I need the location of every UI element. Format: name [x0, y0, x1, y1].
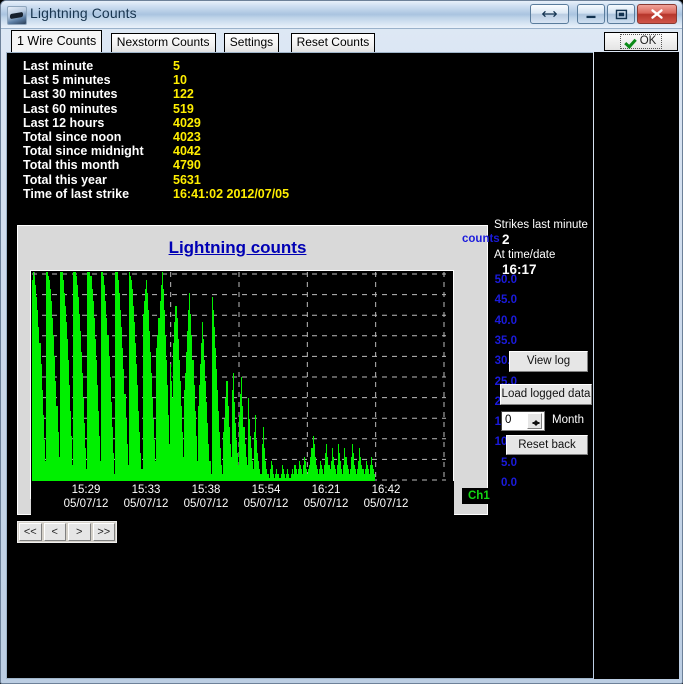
x-axis: 15:2905/07/1215:3305/07/1215:3805/07/121…	[31, 481, 454, 515]
stat-value: 519	[173, 102, 194, 116]
title-bar: Lightning Counts	[1, 1, 683, 29]
y-axis-tick: 45.0	[455, 294, 517, 306]
minimize-button[interactable]	[577, 4, 605, 24]
month-stepper[interactable]: 0	[501, 411, 545, 431]
tab-bar: 1 Wire Counts Nexstorm Counts Settings Rese…	[5, 30, 680, 52]
stat-label: Last 30 minutes	[23, 87, 117, 101]
stepper-arrows-icon[interactable]	[527, 413, 542, 429]
at-time-date-value: 16:17	[494, 262, 592, 278]
chart-nav-bar: <<<>>>	[17, 521, 117, 543]
right-panel: Strikes last minute 2 At time/date 16:17…	[494, 218, 592, 278]
lightning-counts-window: Lightning Counts 1 Wire Counts Nexstorm C…	[0, 0, 683, 684]
x-axis-tick: 16:4205/07/12	[351, 483, 421, 511]
chart-title: Lightning counts	[18, 238, 457, 258]
nav-prev-button[interactable]: <	[44, 523, 67, 541]
client-area: Last minute 5 Last 5 minutes 10 Last 30 minu…	[6, 52, 593, 679]
stat-value: 5631	[173, 173, 201, 187]
tab-nexstorm-counts[interactable]: Nexstorm Counts	[111, 33, 216, 52]
month-stepper-value: 0	[505, 414, 511, 426]
tab-settings[interactable]: Settings	[224, 33, 279, 52]
stat-value: 4029	[173, 116, 201, 130]
maximize-button[interactable]	[607, 4, 635, 24]
strikes-last-minute-value: 2	[494, 232, 592, 248]
view-log-button[interactable]: View log	[509, 351, 588, 372]
y-axis-tick: 5.0	[455, 457, 517, 469]
chart-panel: Lightning counts counts 0.05.010.015.020…	[17, 225, 488, 515]
month-label: Month	[552, 414, 584, 426]
y-axis-tick: 35.0	[455, 335, 517, 347]
stat-label: Last 5 minutes	[23, 73, 111, 87]
stat-label: Total since midnight	[23, 144, 144, 158]
channel-badge: Ch1	[462, 488, 496, 504]
ok-button-inner: OK	[620, 34, 663, 49]
stat-label: Last minute	[23, 59, 93, 73]
tab-reset-counts[interactable]: Reset Counts	[291, 33, 376, 52]
stat-label: Total this year	[23, 173, 107, 187]
stat-value: 4042	[173, 144, 201, 158]
ok-button[interactable]: OK	[604, 32, 678, 51]
bar-series	[32, 272, 446, 482]
resize-arrows-button[interactable]	[530, 4, 569, 24]
y-axis-tick: 30.0	[455, 355, 517, 367]
stat-value: 4023	[173, 130, 201, 144]
green-check-icon	[626, 36, 637, 47]
load-logged-data-button[interactable]: Load logged data	[500, 384, 592, 405]
nav-next-button[interactable]: >	[68, 523, 91, 541]
stat-label: Last 12 hours	[23, 116, 104, 130]
ok-button-label: OK	[640, 35, 657, 48]
stat-value: 122	[173, 87, 194, 101]
x-tick-time: 16:42	[351, 483, 421, 497]
stat-value: 16:41:02 2012/07/05	[173, 187, 289, 201]
window-title: Lightning Counts	[30, 5, 137, 21]
app-icon	[7, 6, 27, 25]
stat-label: Time of last strike	[23, 187, 129, 201]
nav-last-button[interactable]: >>	[93, 523, 116, 541]
stat-value: 5	[173, 59, 180, 73]
stat-label: Total this month	[23, 158, 119, 172]
close-button[interactable]	[637, 4, 677, 24]
strikes-last-minute-label: Strikes last minute	[494, 218, 592, 232]
tab-1-wire-counts[interactable]: 1 Wire Counts	[11, 30, 102, 52]
x-tick-date: 05/07/12	[351, 497, 421, 511]
stat-value: 10	[173, 73, 187, 87]
reset-back-button[interactable]: Reset back	[506, 435, 588, 455]
at-time-date-label: At time/date	[494, 248, 592, 262]
stat-label: Total since noon	[23, 130, 121, 144]
stat-label: Last 60 minutes	[23, 102, 117, 116]
plot-area	[32, 272, 446, 482]
right-gutter	[594, 52, 679, 679]
plot-frame	[30, 270, 454, 499]
stat-value: 4790	[173, 158, 201, 172]
y-axis-tick: 40.0	[455, 315, 517, 327]
nav-first-button[interactable]: <<	[19, 523, 42, 541]
